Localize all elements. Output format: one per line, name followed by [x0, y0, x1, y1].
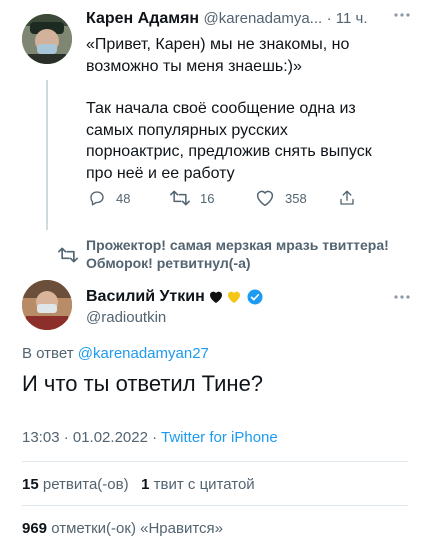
stats-row: 15 ретвита(-ов) 1 твит с цитатой — [22, 476, 255, 493]
tweet2-meta: 13:03 · 01.02.2022 · Twitter for iPhone — [22, 429, 278, 446]
retweeted-by-line: Прожектор! самая мерзкая мразь твиттера! — [86, 237, 389, 253]
likes-count: 969 — [22, 520, 48, 537]
retweet-count: 16 — [200, 190, 215, 206]
reply-prefix: В ответ — [22, 345, 74, 362]
share-button[interactable] — [338, 188, 366, 208]
heart-icon — [256, 190, 274, 207]
reply-button[interactable]: 48 — [88, 189, 130, 207]
tweet1-text-line: Так начала своё сообщение одна из — [86, 100, 356, 117]
like-count: 358 — [285, 190, 307, 206]
tweet2-header: Василий Уткин — [86, 288, 264, 306]
retweet-icon — [170, 190, 190, 206]
tweet1-text-line: про неё и ее работу — [86, 164, 235, 182]
retweeted-by-line: Обморок! ретвитнул(-а) — [86, 255, 251, 271]
retweets-label: ретвита(-ов) — [42, 476, 129, 493]
avatar-karen-image — [22, 14, 72, 64]
retweet-button[interactable]: 16 — [170, 189, 214, 207]
likes-stat[interactable]: 969 отметки(-ок) «Нравится» — [22, 520, 223, 537]
quotes-stat[interactable]: 1 твит с цитатой — [141, 476, 255, 493]
yellow-heart-icon — [227, 291, 240, 303]
tweet2-text: И что ты ответил Тине? — [22, 371, 264, 396]
verified-badge-icon — [247, 289, 263, 305]
avatar-vasily[interactable] — [22, 280, 72, 330]
retweeted-by[interactable]: Прожектор! самая мерзкая мразь твиттера!… — [86, 236, 389, 272]
tweet1-author-name[interactable]: Карен Адамян — [86, 10, 199, 27]
quotes-count: 1 — [141, 476, 150, 493]
more-options-icon[interactable] — [392, 290, 412, 306]
tweet1-author-handle[interactable]: @karenadamya... — [204, 10, 323, 27]
client-link[interactable]: Twitter for iPhone — [161, 429, 278, 446]
thread-line — [46, 80, 48, 230]
tweet1-text-line: «Привет, Карен) мы не знакомы, но — [86, 36, 350, 53]
tweet1-header: Карен Адамян @karenadamya... · 11 ч. — [86, 10, 368, 28]
avatar-vasily-image — [22, 280, 72, 330]
retweets-stat[interactable]: 15 ретвита(-ов) — [22, 476, 129, 493]
share-icon — [340, 190, 354, 205]
reply-to-link[interactable]: @karenadamyan27 — [78, 345, 209, 362]
retweeted-by-icon — [58, 246, 78, 269]
divider — [22, 461, 408, 462]
tweet2-timestamp[interactable]: 13:03 · 01.02.2022 · — [22, 429, 161, 446]
retweets-count: 15 — [22, 476, 39, 493]
tweet2-author-handle[interactable]: @radioutkin — [86, 309, 166, 326]
likes-label: отметки(-ок) «Нравится» — [51, 520, 223, 537]
tweet1-text-line: порноактрис, предложив снять выпуск — [86, 143, 372, 160]
more-options-icon[interactable] — [392, 8, 412, 24]
reply-icon — [90, 191, 104, 206]
tweet1-time[interactable]: · 11 ч. — [327, 10, 368, 27]
tweet2-author-name[interactable]: Василий Уткин — [86, 288, 205, 306]
reply-context: В ответ @karenadamyan27 — [22, 345, 209, 362]
black-heart-icon — [209, 291, 222, 303]
divider — [22, 505, 408, 506]
reply-count: 48 — [116, 190, 131, 206]
tweet1-text-line: возможно ты меня знаешь:)» — [86, 57, 302, 75]
avatar-karen[interactable] — [22, 14, 72, 64]
tweet1-text-line: самых популярных русских — [86, 121, 288, 139]
quotes-label: твит с цитатой — [153, 476, 255, 493]
tweet1-text: «Привет, Карен) мы не знакомы, но возмож… — [86, 34, 416, 184]
like-button[interactable]: 358 — [255, 189, 307, 207]
